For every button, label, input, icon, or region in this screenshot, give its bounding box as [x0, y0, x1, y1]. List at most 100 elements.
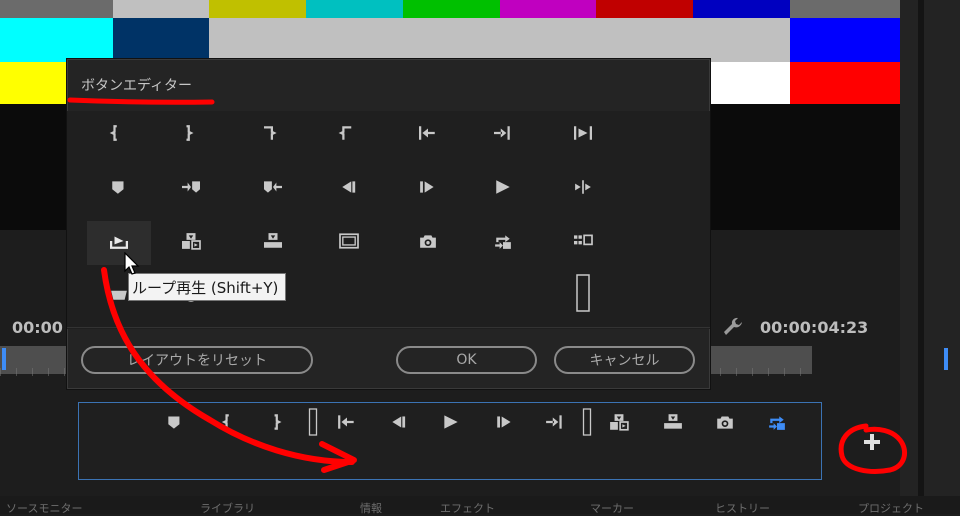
grid-button-go-to-out[interactable] — [471, 113, 535, 157]
export-frame-icon — [108, 232, 130, 254]
grid-button-camera[interactable] — [396, 221, 460, 265]
mark-in-icon — [221, 413, 241, 435]
loop-icon — [766, 413, 788, 435]
color-bar — [693, 18, 790, 62]
grid-button-safe-margins[interactable] — [317, 221, 381, 265]
transport-button-mark-out[interactable] — [264, 411, 294, 437]
color-bar — [500, 0, 596, 18]
step-forward-icon — [495, 413, 515, 435]
transport-button-mark-in[interactable] — [216, 411, 246, 437]
grid-button-play-in-to-out[interactable] — [551, 113, 615, 157]
color-bar — [306, 18, 403, 62]
grid-button-step-forward[interactable] — [396, 167, 460, 211]
grid-button-loop[interactable] — [471, 221, 535, 265]
panel-divider[interactable] — [918, 0, 924, 514]
transport-button-spacer[interactable] — [572, 408, 602, 437]
grid-button-mark-in[interactable] — [87, 113, 151, 157]
wrench-icon[interactable] — [720, 314, 742, 340]
grid-button-go-to-in[interactable] — [396, 113, 460, 157]
grid-button-mark-out[interactable] — [159, 113, 223, 157]
grid-button-play[interactable] — [471, 167, 535, 211]
go-to-out-icon — [492, 124, 514, 146]
duration-timecode: 00:00:04:23 — [760, 318, 869, 337]
camera-icon — [715, 413, 735, 435]
color-bar — [0, 0, 113, 18]
vr-icon — [108, 284, 130, 306]
grid-button-insert[interactable] — [159, 221, 223, 265]
playhead[interactable] — [2, 348, 6, 370]
transport-button-play[interactable] — [436, 411, 466, 437]
play-in-to-out-icon — [572, 124, 594, 146]
mouse-cursor-icon — [124, 251, 140, 280]
spacer-icon — [575, 274, 591, 316]
cancel-button[interactable]: キャンセル — [554, 346, 695, 374]
color-bar — [209, 18, 306, 62]
multi-camera-icon — [572, 232, 594, 254]
grid-button-step-back[interactable] — [317, 167, 381, 211]
color-bar — [113, 0, 209, 18]
color-bar — [693, 0, 790, 18]
insert-icon — [609, 413, 629, 435]
color-bar — [596, 18, 693, 62]
mark-in-icon — [108, 124, 130, 146]
transport-button-overwrite[interactable] — [658, 411, 688, 437]
color-bar — [306, 0, 403, 18]
spacer-icon — [308, 408, 318, 440]
ok-button[interactable]: OK — [396, 346, 537, 374]
safe-margins-icon — [338, 232, 360, 254]
go-to-in-icon — [417, 124, 439, 146]
step-forward-icon — [417, 178, 439, 200]
transport-button-bar — [78, 402, 822, 480]
color-bars-middle-row — [0, 18, 900, 62]
grid-button-overwrite[interactable] — [241, 221, 305, 265]
transport-button-go-to-out[interactable] — [540, 411, 570, 437]
dialog-title: ボタンエディター — [81, 78, 193, 94]
transport-button-camera[interactable] — [710, 411, 740, 437]
transport-button-step-forward[interactable] — [490, 411, 520, 437]
insert-icon — [180, 232, 202, 254]
transport-button-add-marker[interactable] — [160, 411, 190, 437]
color-bars-top-row — [0, 0, 900, 18]
grid-button-prev-marker[interactable] — [241, 167, 305, 211]
next-marker-icon — [180, 178, 202, 200]
mark-out-icon — [180, 124, 202, 146]
transport-button-spacer[interactable] — [298, 408, 328, 440]
transport-button-loop[interactable] — [762, 411, 792, 437]
step-back-icon — [338, 178, 360, 200]
grid-button-add-marker[interactable] — [87, 167, 151, 211]
go-to-in-icon — [337, 413, 357, 435]
grid-button-mark-clip[interactable] — [241, 113, 305, 157]
grid-button-go-in-out[interactable] — [317, 113, 381, 157]
button-editor-button[interactable] — [858, 430, 886, 458]
bottom-panel-tabs: ソースモニター ライブラリ 情報 エフェクト マーカー ヒストリー プロジェクト — [0, 496, 960, 515]
color-bar — [596, 0, 693, 18]
go-in-out-icon — [338, 124, 360, 146]
current-timecode[interactable]: 00:00 — [12, 318, 63, 337]
grid-button-shuttle[interactable] — [551, 167, 615, 211]
transport-button-step-back[interactable] — [384, 411, 414, 437]
color-bar — [113, 18, 209, 62]
color-bar — [790, 18, 900, 62]
mark-out-icon — [269, 413, 289, 435]
playhead-secondary[interactable] — [944, 348, 948, 370]
reset-layout-button[interactable]: レイアウトをリセット — [81, 346, 313, 374]
prev-marker-icon — [262, 178, 284, 200]
color-bar — [403, 0, 500, 18]
mark-clip-icon — [262, 124, 284, 146]
plus-icon — [863, 433, 881, 455]
tooltip: ループ再生 (Shift+Y) — [128, 273, 286, 301]
camera-icon — [417, 232, 439, 254]
dialog-divider — [67, 327, 710, 328]
grid-button-export-frame[interactable] — [87, 221, 151, 265]
grid-button-multi-camera[interactable] — [551, 221, 615, 265]
grid-button-spacer[interactable] — [551, 273, 615, 317]
grid-button-next-marker[interactable] — [159, 167, 223, 211]
transport-button-insert[interactable] — [604, 411, 634, 437]
add-marker-icon — [165, 413, 185, 435]
button-editor-dialog: ボタンエディター レイアウトをリセット OK キャンセル — [66, 58, 711, 390]
play-icon — [441, 413, 461, 435]
loop-icon — [492, 232, 514, 254]
transport-button-go-to-in[interactable] — [332, 411, 362, 437]
add-marker-icon — [108, 178, 130, 200]
color-bar — [0, 18, 113, 62]
